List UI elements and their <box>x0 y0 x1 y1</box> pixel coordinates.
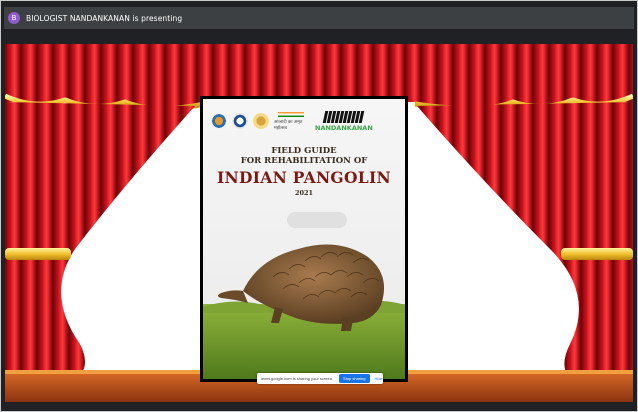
cover-title-line2: FOR REHABILITATION OF <box>240 156 368 166</box>
share-message: meet.google.com is sharing your screen. <box>261 376 334 381</box>
bottom-strip <box>4 402 634 410</box>
slide-overlay-pill <box>287 212 347 228</box>
state-seal-icon <box>253 113 269 129</box>
presenter-banner: B BIOLOGIST NANDANKANAN is presenting <box>4 7 634 29</box>
screen-share-notice: meet.google.com is sharing your screen. … <box>257 373 383 384</box>
hide-button[interactable]: Hide <box>375 376 383 381</box>
emblem-icon <box>211 113 227 129</box>
field-guide-cover: आजादी का अमृत महोत्सव NANDANKANAN FIELD … <box>200 96 408 382</box>
forest-dept-icon <box>232 113 248 129</box>
meet-window: B BIOLOGIST NANDANKANAN is presenting आज… <box>0 0 638 412</box>
cover-title-main: INDIAN PANGOLIN <box>217 168 391 187</box>
azadi-mahotsav-logo: आजादी का अमृत महोत्सव <box>274 111 308 131</box>
cover-year: 2021 <box>294 189 314 197</box>
pangolin-photo <box>203 244 405 379</box>
nandankanan-logo: NANDANKANAN <box>315 110 373 132</box>
header-strip <box>4 29 634 44</box>
presenter-label: BIOLOGIST NANDANKANAN is presenting <box>26 13 183 23</box>
shared-screen: आजादी का अमृत महोत्सव NANDANKANAN FIELD … <box>5 44 633 402</box>
presenter-avatar: B <box>8 12 20 24</box>
pangolin-head <box>218 290 248 303</box>
partner-logos: आजादी का अमृत महोत्सव NANDANKANAN <box>211 107 397 135</box>
right-tieback <box>561 248 633 260</box>
stop-sharing-button[interactable]: Stop sharing <box>339 374 370 383</box>
cover-title-line1: FIELD GUIDE <box>271 146 337 156</box>
left-tieback <box>5 248 71 260</box>
